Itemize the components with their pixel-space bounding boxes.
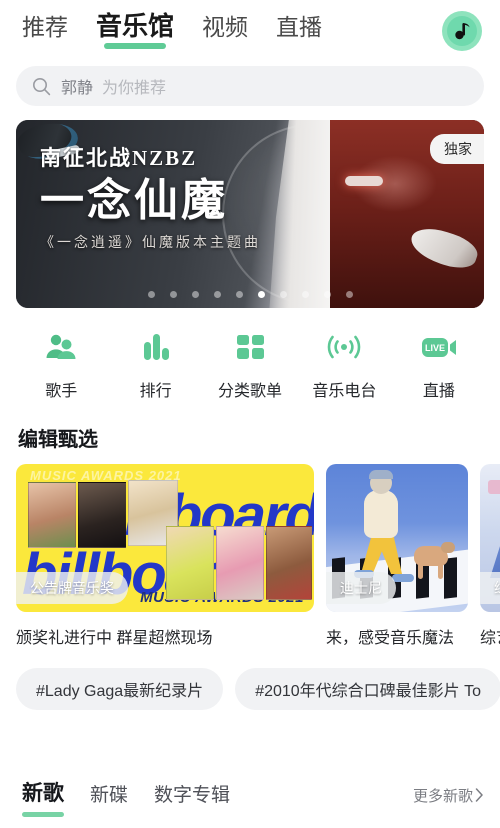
pagination-dot[interactable] bbox=[191, 291, 199, 298]
editorial-card-list[interactable]: billboard billboard MUSIC AWARDS 2021 MU… bbox=[0, 464, 500, 648]
search-input[interactable]: 郭静 为你推荐 bbox=[16, 66, 484, 106]
pagination-dot[interactable] bbox=[213, 291, 221, 298]
card-caption: 来，感受音乐魔法 bbox=[326, 630, 455, 647]
nav-tab-list: 推荐 音乐馆 视频 直播 bbox=[22, 13, 442, 49]
entry-label-live: 直播 bbox=[422, 383, 455, 400]
tab-recommend[interactable]: 推荐 bbox=[22, 16, 68, 49]
artist-photo bbox=[216, 526, 264, 600]
editorial-card-variety[interactable]: 综艺 综艺 bbox=[480, 464, 500, 648]
tab-music-hall[interactable]: 音乐馆 bbox=[96, 13, 174, 49]
pagination-dot[interactable] bbox=[279, 291, 287, 298]
artist-photo bbox=[78, 482, 126, 548]
hashtag-chip[interactable]: #Lady Gaga最新纪录片 bbox=[16, 668, 224, 710]
music-note-icon bbox=[455, 23, 470, 40]
radio-waves-icon bbox=[326, 330, 362, 364]
tab-new-albums[interactable]: 新碟 bbox=[90, 780, 128, 817]
search-text: 郭静 为你推荐 bbox=[61, 74, 166, 98]
tab-video[interactable]: 视频 bbox=[202, 16, 248, 49]
banner-subtitle: 《一念逍遥》仙魔版本主题曲 bbox=[40, 236, 261, 252]
search-section: 郭静 为你推荐 bbox=[0, 62, 500, 106]
search-keyword: 郭静 bbox=[61, 80, 94, 97]
banner-section: 南征北战NZBZ 一念仙魔 《一念逍遥》仙魔版本主题曲 独家 bbox=[0, 106, 500, 308]
search-placeholder: 为你推荐 bbox=[102, 80, 167, 97]
artist-photo bbox=[28, 482, 76, 548]
pagination-dot[interactable] bbox=[345, 291, 353, 298]
tab-digital-albums[interactable]: 数字专辑 bbox=[154, 780, 230, 817]
tab-live[interactable]: 直播 bbox=[276, 16, 322, 49]
pagination-dot[interactable] bbox=[257, 291, 265, 298]
avatar[interactable] bbox=[442, 11, 482, 51]
music-app-screen: 推荐 音乐馆 视频 直播 郭静 为你推荐 南征北战NZBZ 一念仙魔 《一念逍遥… bbox=[0, 0, 500, 828]
artist-photo bbox=[266, 526, 312, 600]
entry-singers[interactable]: 歌手 bbox=[14, 330, 108, 401]
card-badge: 综艺 bbox=[480, 572, 500, 604]
entry-music-radio[interactable]: 音乐电台 bbox=[297, 330, 391, 401]
new-music-tab-bar: 新歌 新碟 数字专辑 更多新歌 bbox=[0, 766, 500, 828]
page-title: 编辑甄选 bbox=[18, 429, 98, 451]
editorial-card-disney[interactable]: 迪士尼 来，感受音乐魔法 bbox=[326, 464, 468, 648]
card-media: billboard billboard MUSIC AWARDS 2021 MU… bbox=[16, 464, 314, 612]
singers-icon bbox=[44, 330, 78, 364]
more-new-songs-link[interactable]: 更多新歌 bbox=[413, 785, 484, 810]
card-media: 综艺 bbox=[480, 464, 500, 612]
entry-ranking[interactable]: 排行 bbox=[108, 330, 202, 401]
entry-live[interactable]: LIVE 直播 bbox=[392, 330, 486, 401]
more-new-songs-label: 更多新歌 bbox=[412, 787, 473, 805]
tab-new-songs[interactable]: 新歌 bbox=[22, 777, 64, 817]
pagination-dot[interactable] bbox=[235, 291, 243, 298]
chevron-right-icon bbox=[475, 788, 483, 802]
pagination-dot[interactable] bbox=[323, 291, 331, 298]
live-video-icon: LIVE bbox=[419, 330, 459, 364]
svg-text:LIVE: LIVE bbox=[425, 343, 445, 353]
editorial-card-billboard[interactable]: billboard billboard MUSIC AWARDS 2021 MU… bbox=[16, 464, 314, 648]
top-navigation: 推荐 音乐馆 视频 直播 bbox=[0, 0, 500, 62]
walker-shoe-decor bbox=[392, 574, 414, 582]
card-caption: 颁奖礼进行中 群星超燃现场 bbox=[16, 630, 213, 647]
artist-photo bbox=[166, 526, 214, 600]
banner-text-block: 南征北战NZBZ 一念仙魔 《一念逍遥》仙魔版本主题曲 bbox=[40, 142, 261, 252]
pagination-dot[interactable] bbox=[147, 291, 155, 298]
pagination-dot[interactable] bbox=[301, 291, 309, 298]
piano-black-key bbox=[444, 557, 457, 599]
hashtag-chip-row[interactable]: #Lady Gaga最新纪录片 #2010年代综合口碑最佳影片 To bbox=[0, 648, 500, 710]
banner-title: 一念仙魔 bbox=[40, 176, 228, 225]
entry-label-ranking: 排行 bbox=[139, 383, 172, 400]
ranking-bars-icon bbox=[139, 330, 173, 364]
card-badge: 迪士尼 bbox=[326, 572, 396, 604]
entry-label-singers: 歌手 bbox=[45, 383, 78, 400]
promo-banner[interactable]: 南征北战NZBZ 一念仙魔 《一念逍遥》仙魔版本主题曲 独家 bbox=[16, 120, 484, 308]
hashtag-chip[interactable]: #2010年代综合口碑最佳影片 To bbox=[235, 668, 500, 710]
card-media: 迪士尼 bbox=[326, 464, 468, 612]
variety-shape-decor bbox=[490, 508, 500, 578]
grid-squares-icon bbox=[233, 330, 267, 364]
walker-hat-decor bbox=[369, 470, 393, 479]
banner-artist: 南征北战NZBZ bbox=[40, 146, 198, 170]
entry-label-category-playlist: 分类歌单 bbox=[218, 383, 283, 400]
banner-pagination-dots[interactable] bbox=[16, 291, 484, 298]
dog-leg-decor bbox=[418, 563, 423, 579]
variety-tag-decor bbox=[488, 480, 500, 494]
search-icon bbox=[33, 77, 51, 95]
entry-label-music-radio: 音乐电台 bbox=[312, 383, 377, 400]
exclusive-badge[interactable]: 独家 bbox=[430, 134, 484, 164]
quick-entry-row: 歌手 排行 分类歌单 音乐电台 LIVE 直播 bbox=[0, 308, 500, 407]
dog-leg-decor bbox=[438, 563, 443, 579]
entry-category-playlist[interactable]: 分类歌单 bbox=[203, 330, 297, 401]
pagination-dot[interactable] bbox=[169, 291, 177, 298]
walker-body-decor bbox=[364, 490, 398, 538]
new-music-tab-list: 新歌 新碟 数字专辑 bbox=[22, 777, 413, 817]
card-caption: 综艺 bbox=[480, 630, 500, 647]
editorial-section-header: 编辑甄选 bbox=[0, 407, 500, 464]
card-badge: 公告牌音乐奖 bbox=[16, 572, 128, 604]
